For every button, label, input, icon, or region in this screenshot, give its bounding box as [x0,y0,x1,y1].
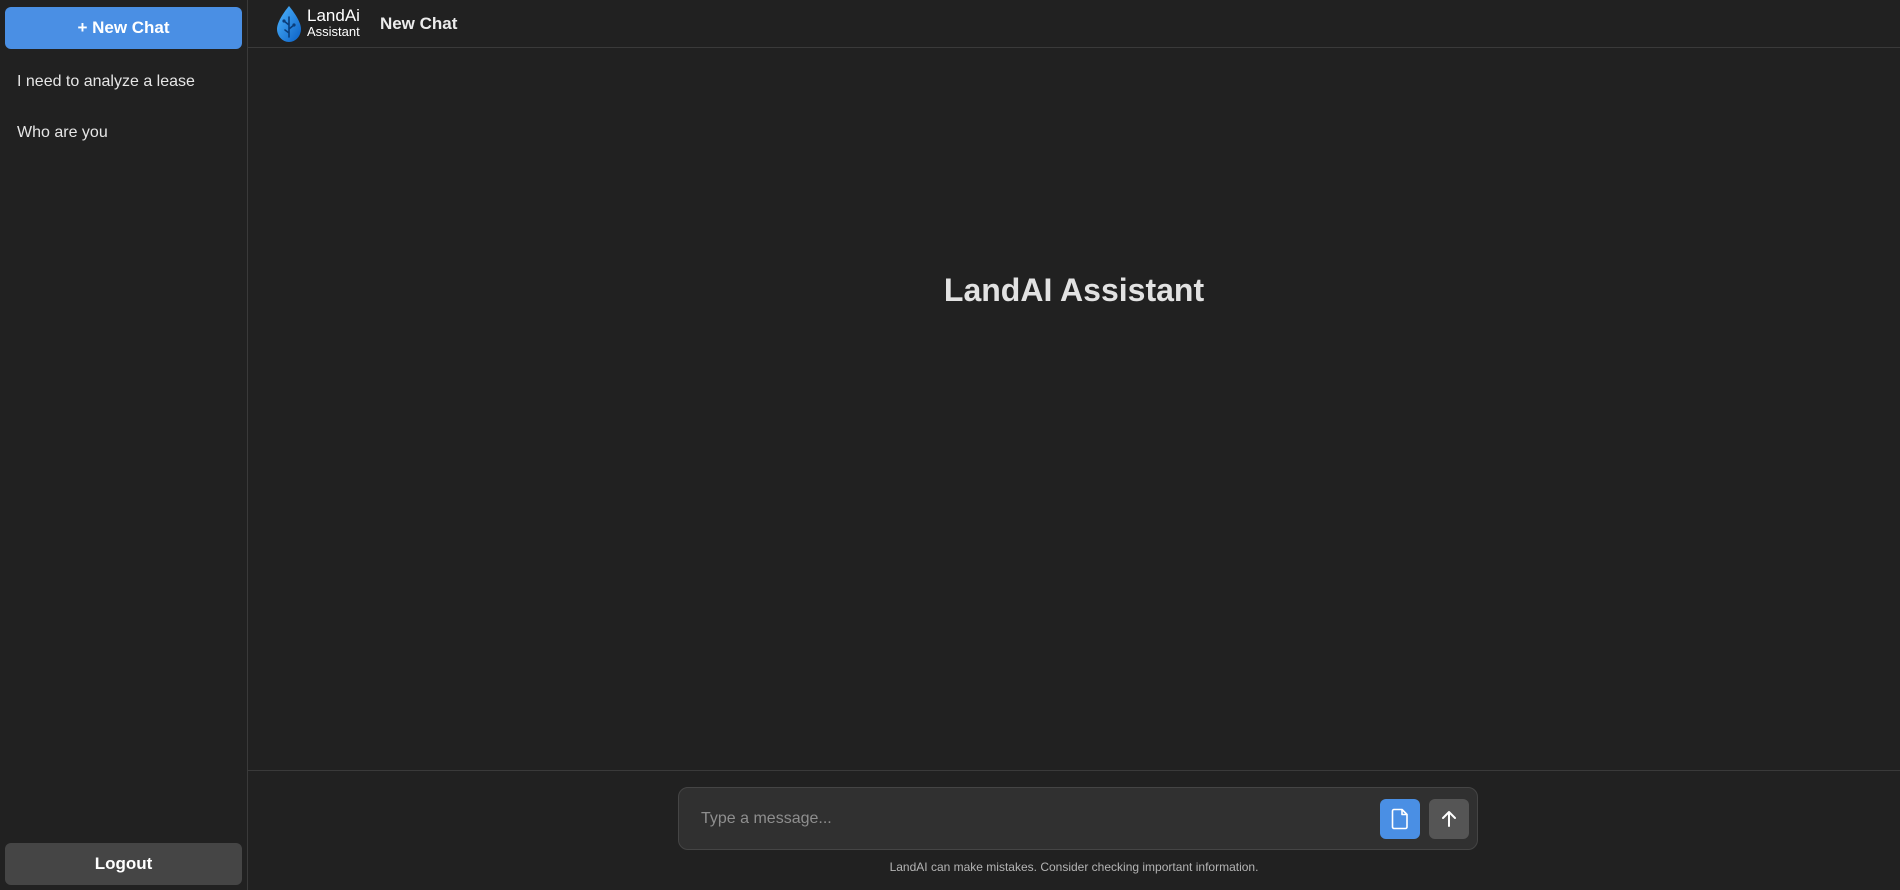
chat-history-item[interactable]: Who are you [5,110,242,155]
composer-area: LandAI can make mistakes. Consider check… [248,770,1900,890]
sidebar: + New Chat I need to analyze a lease Who… [0,0,248,890]
top-bar: LandAi Assistant New Chat [248,0,1900,48]
new-chat-button[interactable]: + New Chat [5,7,242,49]
chat-history-list: I need to analyze a lease Who are you [5,70,242,843]
logo-text-secondary: Assistant [307,24,360,39]
chat-history-item[interactable]: I need to analyze a lease [5,70,242,110]
logo: LandAi Assistant [274,5,360,43]
page-title: New Chat [379,13,458,33]
arrow-up-icon [1442,810,1456,827]
logout-button[interactable]: Logout [5,843,242,885]
attach-file-button[interactable] [1380,798,1420,839]
chat-area: LandAI Assistant [248,48,1900,770]
water-drop-logo-icon [277,5,301,42]
disclaimer-text: LandAI can make mistakes. Consider check… [889,860,1259,874]
document-icon [1391,808,1408,829]
app: + New Chat I need to analyze a lease Who… [0,0,1900,890]
message-composer [678,787,1478,850]
message-input[interactable] [699,808,1371,829]
send-button[interactable] [1429,798,1469,839]
main-panel: LandAi Assistant New Chat LandAI Assista… [248,0,1900,890]
logo-text-primary: LandAi [307,6,360,25]
welcome-title: LandAI Assistant [943,272,1205,308]
